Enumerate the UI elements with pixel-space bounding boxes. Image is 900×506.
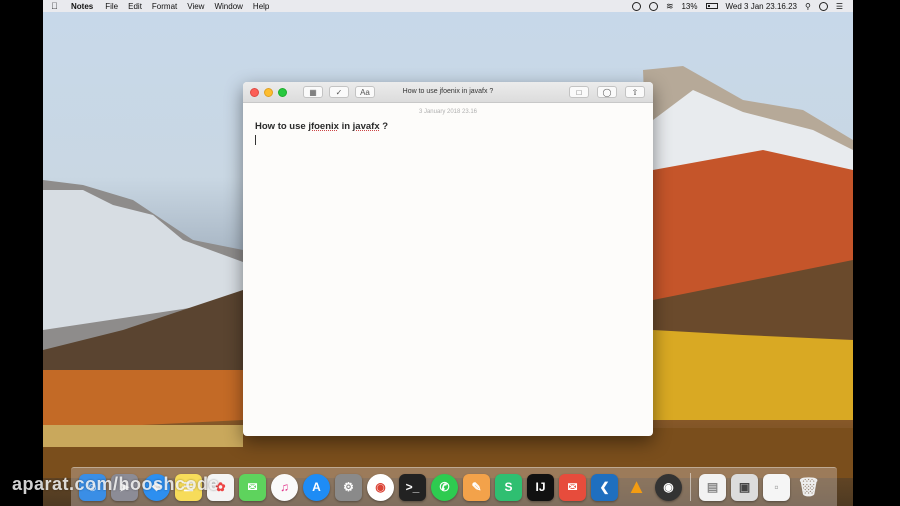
dock-sourcetree[interactable]: S <box>495 473 522 501</box>
music-icon: ♫ <box>280 480 289 494</box>
lock-icon: □ <box>576 87 582 97</box>
vscode-icon: ❮ <box>599 480 610 494</box>
status-app-icon[interactable] <box>631 1 641 11</box>
menu-window[interactable]: Window <box>214 2 242 11</box>
gear-icon: ⚙ <box>343 480 354 494</box>
desktop:  Notes File Edit Format View Window Hel… <box>43 0 853 506</box>
pencil-icon: ✎ <box>471 480 482 494</box>
fullscreen-button[interactable] <box>278 87 287 97</box>
wifi-icon[interactable]: ≋ <box>666 1 674 12</box>
menu-edit[interactable]: Edit <box>128 2 142 11</box>
table-button[interactable]: ▦ <box>303 86 323 98</box>
heading-part-1: How to use <box>255 121 309 132</box>
table-icon: ▦ <box>309 87 317 97</box>
dock-mail[interactable]: ✉ <box>559 473 586 501</box>
checklist-icon: ✓ <box>335 87 343 97</box>
status-area: ≋ 13% Wed 3 Jan 23.16.23 ⚲ ☰ <box>631 1 843 12</box>
text-caret <box>255 135 256 145</box>
battery-icon[interactable] <box>705 3 718 9</box>
menu-view[interactable]: View <box>187 2 204 11</box>
heading-word-javafx: javafx <box>352 121 380 132</box>
trash-icon: 🗑 <box>797 476 820 497</box>
dock-obs[interactable]: ◉ <box>655 473 682 501</box>
document-icon: ▤ <box>706 480 719 494</box>
menubar-clock[interactable]: Wed 3 Jan 23.16.23 <box>726 2 797 11</box>
notes-window: ▦ ✓ Aa How to use jfoenix in javafx ? □ … <box>243 82 653 436</box>
checklist-button[interactable]: ✓ <box>329 86 349 98</box>
dock-chrome[interactable]: ◉ <box>367 473 394 501</box>
siri-icon[interactable] <box>818 1 828 11</box>
messages-icon: ✉ <box>247 480 258 494</box>
app-store-icon: A <box>312 480 321 494</box>
share-button[interactable]: ⇧ <box>625 86 645 98</box>
chrome-icon: ◉ <box>375 480 386 494</box>
window-titlebar[interactable]: ▦ ✓ Aa How to use jfoenix in javafx ? □ … <box>243 82 653 103</box>
add-people-button[interactable]: ◯ <box>597 86 617 98</box>
window-controls <box>250 87 287 97</box>
share-icon: ⇧ <box>631 87 639 97</box>
preview-icon: ▫ <box>774 480 779 494</box>
note-heading[interactable]: How to use jfoenix in javafx ? <box>255 121 641 132</box>
battery-percent[interactable]: 13% <box>681 2 697 11</box>
menu-format[interactable]: Format <box>152 2 177 11</box>
add-people-icon: ◯ <box>602 87 612 97</box>
dock-document[interactable]: ▤ <box>699 473 726 501</box>
note-editor[interactable]: 3 January 2018 23.16 How to use jfoenix … <box>243 109 653 145</box>
format-button[interactable]: Aa <box>355 86 375 98</box>
note-date: 3 January 2018 23.16 <box>418 109 478 115</box>
dock-screenshot[interactable]: ▣ <box>731 473 758 501</box>
mail-icon: ✉ <box>567 480 578 494</box>
heading-word-jfoenix: jfoenix <box>308 121 339 132</box>
dock-whatsapp[interactable]: ✆ <box>431 473 458 501</box>
minimize-button[interactable] <box>264 87 273 97</box>
heading-part-3: ? <box>379 121 389 132</box>
lock-button[interactable]: □ <box>569 86 589 98</box>
dock-preview[interactable]: ▫ <box>763 473 790 501</box>
close-button[interactable] <box>250 87 259 97</box>
spotlight-search-icon[interactable]: ⚲ <box>805 2 811 11</box>
obs-icon: ◉ <box>663 480 674 494</box>
time-machine-icon[interactable] <box>648 1 658 11</box>
dock-pencil[interactable]: ✎ <box>463 473 490 501</box>
heading-part-2: in <box>338 121 353 132</box>
dock-system-preferences[interactable]: ⚙ <box>335 473 362 501</box>
dock-trash[interactable]: 🗑 <box>795 474 822 501</box>
menu-file[interactable]: File <box>105 2 118 11</box>
terminal-icon: >_ <box>405 480 420 494</box>
screenshot-icon: ▣ <box>738 480 751 494</box>
dock-separator <box>690 473 691 501</box>
menu-app-name[interactable]: Notes <box>71 2 93 11</box>
dock-messages[interactable]: ✉ <box>239 473 266 501</box>
menu-help[interactable]: Help <box>253 2 269 11</box>
dock-intellij[interactable]: IJ <box>527 473 554 501</box>
dock-itunes[interactable]: ♫ <box>271 473 298 501</box>
intellij-icon: IJ <box>535 480 546 494</box>
dock-terminal[interactable]: >_ <box>399 473 426 501</box>
dock-app-store[interactable]: A <box>303 473 330 501</box>
watermark: aparat.com/hooshcode <box>12 474 220 494</box>
apple-menu-icon[interactable]:  <box>51 1 61 11</box>
dock-vscode[interactable]: ❮ <box>591 473 618 501</box>
vlc-cone-icon: ▲ <box>626 475 647 498</box>
phone-icon: ✆ <box>439 480 450 494</box>
dock-vlc[interactable]: ▲ <box>623 474 650 501</box>
menu-bar:  Notes File Edit Format View Window Hel… <box>43 0 853 12</box>
notification-center-icon[interactable]: ☰ <box>836 2 843 11</box>
sourcetree-icon: S <box>504 480 513 494</box>
